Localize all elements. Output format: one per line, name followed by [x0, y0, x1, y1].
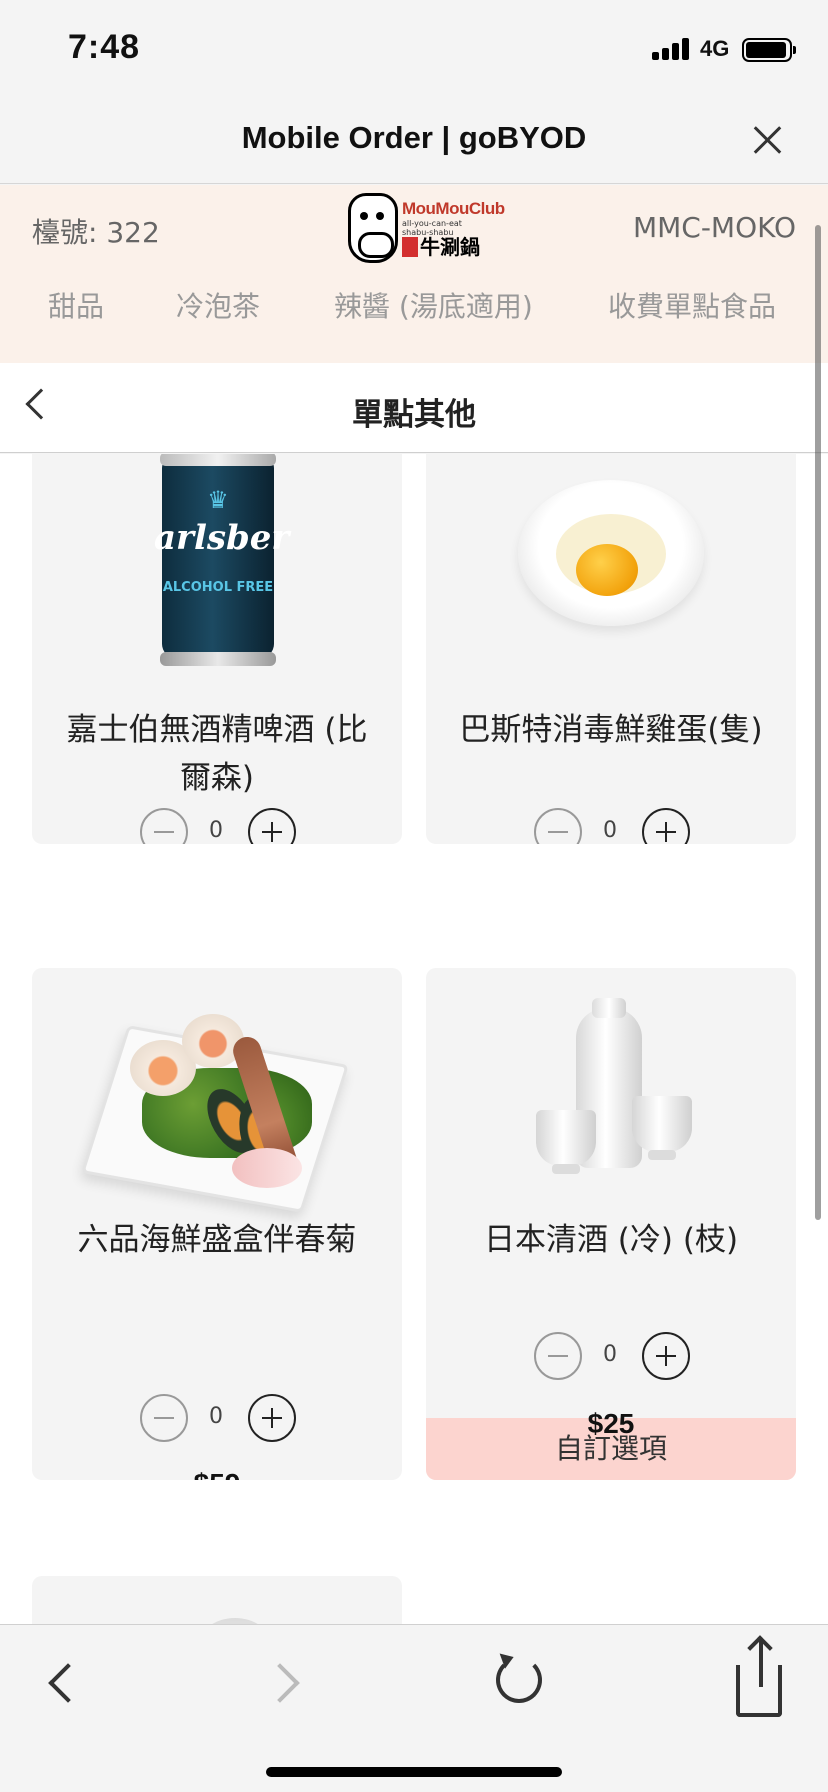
product-price: $59 — [32, 1468, 402, 1480]
forward-arrow-icon[interactable] — [260, 1663, 300, 1703]
quantity-stepper: 0 — [32, 808, 402, 844]
logo-brand: MouMouClub — [402, 199, 505, 218]
can-label-text: ALCOHOL FREE — [162, 580, 274, 595]
fish-slice-image — [232, 1148, 302, 1188]
minus-icon[interactable] — [140, 808, 188, 844]
browser-toolbar — [0, 1624, 828, 1792]
share-icon[interactable] — [736, 1641, 782, 1717]
product-card[interactable]: 巴斯特消毒鮮雞蛋(隻) 0 $5 — [426, 454, 796, 844]
tab-dessert[interactable]: 甜品 — [48, 285, 104, 325]
status-time: 7:48 — [68, 28, 141, 66]
plus-icon[interactable] — [642, 1332, 690, 1380]
quantity-stepper: 0 — [426, 808, 796, 844]
quantity-stepper: 0 — [32, 1394, 402, 1444]
quantity-value: 0 — [209, 1404, 223, 1429]
product-price: $25 — [587, 1408, 635, 1439]
back-arrow-icon[interactable] — [48, 1663, 88, 1703]
quantity-stepper: 0 — [426, 1332, 796, 1382]
section-header: 單點其他 — [0, 363, 828, 453]
page-title: Mobile Order | goBYOD — [241, 120, 587, 155]
network-type: 4G — [700, 36, 730, 61]
minus-icon[interactable] — [534, 808, 582, 844]
tab-paid-items[interactable]: 收費單點食品 — [608, 285, 776, 325]
product-card[interactable]: 六品海鮮盛盒伴春菊 0 $59 — [32, 968, 402, 1480]
quantity-value: 0 — [603, 1342, 617, 1367]
restaurant-logo: MouMouClub all-you-can-eat shabu-shabu 牛… — [348, 193, 505, 265]
sake-cup-image — [536, 1110, 596, 1174]
scrollbar[interactable] — [815, 225, 821, 1220]
store-code: MMC-MOKO — [632, 211, 796, 244]
plus-icon[interactable] — [248, 1394, 296, 1442]
egg-yolk — [576, 544, 638, 596]
can-brand-text: arlsber — [154, 518, 290, 558]
tab-cold-brew-tea[interactable]: 冷泡茶 — [176, 285, 260, 325]
status-bar: 7:48 4G — [0, 0, 828, 100]
sake-cup-image — [632, 1096, 692, 1160]
reload-icon[interactable] — [496, 1657, 542, 1703]
section-title: 單點其他 — [352, 397, 476, 433]
product-card[interactable]: ♛ arlsber ALCOHOL FREE 嘉士伯無酒精啤酒 (比爾森) 0 … — [32, 454, 402, 844]
home-indicator[interactable] — [266, 1767, 562, 1777]
quantity-value: 0 — [603, 818, 617, 843]
crown-icon: ♛ — [207, 486, 229, 514]
close-icon[interactable] — [748, 120, 788, 160]
restaurant-header: 檯號: 322 MouMouClub all-you-can-eat shabu… — [0, 185, 828, 363]
carlsberg-can-image: ♛ arlsber ALCOHOL FREE — [154, 454, 289, 666]
plus-icon[interactable] — [248, 808, 296, 844]
logo-chinese: 牛涮鍋 — [402, 231, 480, 260]
category-tabs: 甜品 冷泡茶 辣醬 (湯底適用) 收費單點食品 — [0, 285, 828, 345]
product-card[interactable] — [32, 1576, 402, 1624]
product-name: 日本清酒 (冷) (枝) — [483, 1222, 739, 1258]
product-name: 巴斯特消毒鮮雞蛋(隻) — [459, 712, 763, 748]
product-card[interactable]: 日本清酒 (冷) (枝) 0 自訂選項 $25 — [426, 968, 796, 1480]
signal-icon — [652, 36, 692, 60]
product-name: 嘉士伯無酒精啤酒 (比爾森) — [66, 712, 368, 796]
quantity-value: 0 — [209, 818, 223, 843]
cow-face-icon — [348, 193, 398, 263]
plus-icon[interactable] — [642, 808, 690, 844]
product-name: 六品海鮮盛盒伴春菊 — [77, 1222, 357, 1258]
tab-chili-sauce[interactable]: 辣醬 (湯底適用) — [334, 285, 533, 325]
table-number: 檯號: 322 — [32, 216, 160, 249]
minus-icon[interactable] — [534, 1332, 582, 1380]
minus-icon[interactable] — [140, 1394, 188, 1442]
battery-icon — [742, 38, 796, 62]
browser-titlebar: Mobile Order | goBYOD — [0, 100, 828, 184]
product-grid: ♛ arlsber ALCOHOL FREE 嘉士伯無酒精啤酒 (比爾森) 0 … — [0, 454, 828, 1624]
